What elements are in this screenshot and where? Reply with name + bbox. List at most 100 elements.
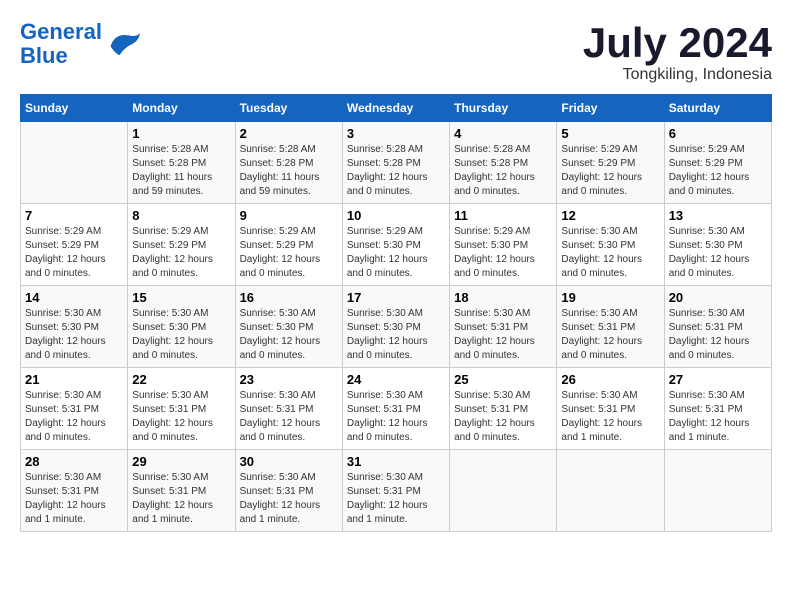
calendar-cell bbox=[664, 450, 771, 532]
day-info: Sunrise: 5:30 AM Sunset: 5:31 PM Dayligh… bbox=[25, 389, 123, 445]
calendar-cell: 11 Sunrise: 5:29 AM Sunset: 5:30 PM Dayli… bbox=[450, 204, 557, 286]
calendar-week-row: 28 Sunrise: 5:30 AM Sunset: 5:31 PM Dayli… bbox=[21, 450, 772, 532]
calendar-cell bbox=[450, 450, 557, 532]
calendar-week-row: 1 Sunrise: 5:28 AM Sunset: 5:28 PM Daylig… bbox=[21, 122, 772, 204]
calendar-cell: 27 Sunrise: 5:30 AM Sunset: 5:31 PM Dayli… bbox=[664, 368, 771, 450]
day-info: Sunrise: 5:30 AM Sunset: 5:31 PM Dayligh… bbox=[240, 471, 338, 527]
day-number: 10 bbox=[347, 208, 445, 223]
calendar-week-row: 14 Sunrise: 5:30 AM Sunset: 5:30 PM Dayli… bbox=[21, 286, 772, 368]
weekday-header-row: SundayMondayTuesdayWednesdayThursdayFrid… bbox=[21, 95, 772, 122]
day-info: Sunrise: 5:29 AM Sunset: 5:29 PM Dayligh… bbox=[132, 225, 230, 281]
calendar-cell: 5 Sunrise: 5:29 AM Sunset: 5:29 PM Daylig… bbox=[557, 122, 664, 204]
day-number: 3 bbox=[347, 126, 445, 141]
day-number: 24 bbox=[347, 372, 445, 387]
calendar-cell: 7 Sunrise: 5:29 AM Sunset: 5:29 PM Daylig… bbox=[21, 204, 128, 286]
calendar-cell: 19 Sunrise: 5:30 AM Sunset: 5:31 PM Dayli… bbox=[557, 286, 664, 368]
day-info: Sunrise: 5:29 AM Sunset: 5:29 PM Dayligh… bbox=[25, 225, 123, 281]
logo: GeneralBlue bbox=[20, 20, 142, 68]
day-number: 11 bbox=[454, 208, 552, 223]
day-number: 28 bbox=[25, 454, 123, 469]
day-number: 30 bbox=[240, 454, 338, 469]
calendar-cell: 15Sunrise: 5:30 AM Sunset: 5:30 PM Dayli… bbox=[128, 286, 235, 368]
calendar-cell: 18 Sunrise: 5:30 AM Sunset: 5:31 PM Dayli… bbox=[450, 286, 557, 368]
day-number: 27 bbox=[669, 372, 767, 387]
day-number: 14 bbox=[25, 290, 123, 305]
day-info: Sunrise: 5:28 AM Sunset: 5:28 PM Dayligh… bbox=[454, 143, 552, 199]
weekday-header-thursday: Thursday bbox=[450, 95, 557, 122]
day-info: Sunrise: 5:29 AM Sunset: 5:29 PM Dayligh… bbox=[240, 225, 338, 281]
calendar-cell: 23 Sunrise: 5:30 AM Sunset: 5:31 PM Dayli… bbox=[235, 368, 342, 450]
calendar-cell: 25 Sunrise: 5:30 AM Sunset: 5:31 PM Dayli… bbox=[450, 368, 557, 450]
day-info: Sunrise: 5:30 AM Sunset: 5:31 PM Dayligh… bbox=[132, 471, 230, 527]
weekday-header-tuesday: Tuesday bbox=[235, 95, 342, 122]
calendar-cell: 6Sunrise: 5:29 AM Sunset: 5:29 PM Daylig… bbox=[664, 122, 771, 204]
day-info: Sunrise: 5:30 AM Sunset: 5:30 PM Dayligh… bbox=[561, 225, 659, 281]
calendar-cell bbox=[21, 122, 128, 204]
calendar-table: SundayMondayTuesdayWednesdayThursdayFrid… bbox=[20, 94, 772, 532]
day-number: 22 bbox=[132, 372, 230, 387]
day-info: Sunrise: 5:30 AM Sunset: 5:31 PM Dayligh… bbox=[669, 389, 767, 445]
day-number: 20 bbox=[669, 290, 767, 305]
title-block: July 2024 Tongkiling, Indonesia bbox=[583, 20, 772, 84]
weekday-header-sunday: Sunday bbox=[21, 95, 128, 122]
day-number: 18 bbox=[454, 290, 552, 305]
day-info: Sunrise: 5:28 AM Sunset: 5:28 PM Dayligh… bbox=[240, 143, 338, 199]
day-number: 19 bbox=[561, 290, 659, 305]
day-number: 7 bbox=[25, 208, 123, 223]
weekday-header-wednesday: Wednesday bbox=[342, 95, 449, 122]
day-info: Sunrise: 5:30 AM Sunset: 5:31 PM Dayligh… bbox=[132, 389, 230, 445]
day-number: 16 bbox=[240, 290, 338, 305]
weekday-header-friday: Friday bbox=[557, 95, 664, 122]
calendar-cell: 4 Sunrise: 5:28 AM Sunset: 5:28 PM Daylig… bbox=[450, 122, 557, 204]
calendar-cell: 3Sunrise: 5:28 AM Sunset: 5:28 PM Daylig… bbox=[342, 122, 449, 204]
day-info: Sunrise: 5:30 AM Sunset: 5:31 PM Dayligh… bbox=[454, 307, 552, 363]
day-number: 4 bbox=[454, 126, 552, 141]
calendar-cell: 22 Sunrise: 5:30 AM Sunset: 5:31 PM Dayli… bbox=[128, 368, 235, 450]
calendar-cell: 1Sunrise: 5:28 AM Sunset: 5:28 PM Daylig… bbox=[128, 122, 235, 204]
weekday-header-saturday: Saturday bbox=[664, 95, 771, 122]
day-info: Sunrise: 5:30 AM Sunset: 5:31 PM Dayligh… bbox=[669, 307, 767, 363]
calendar-cell: 12 Sunrise: 5:30 AM Sunset: 5:30 PM Dayli… bbox=[557, 204, 664, 286]
day-number: 8 bbox=[132, 208, 230, 223]
calendar-cell: 9 Sunrise: 5:29 AM Sunset: 5:29 PM Daylig… bbox=[235, 204, 342, 286]
day-info: Sunrise: 5:30 AM Sunset: 5:31 PM Dayligh… bbox=[561, 307, 659, 363]
day-number: 17 bbox=[347, 290, 445, 305]
day-info: Sunrise: 5:29 AM Sunset: 5:30 PM Dayligh… bbox=[454, 225, 552, 281]
day-number: 2 bbox=[240, 126, 338, 141]
weekday-header-monday: Monday bbox=[128, 95, 235, 122]
day-number: 31 bbox=[347, 454, 445, 469]
logo-bird-icon bbox=[106, 28, 142, 60]
calendar-cell: 24 Sunrise: 5:30 AM Sunset: 5:31 PM Dayli… bbox=[342, 368, 449, 450]
day-info: Sunrise: 5:30 AM Sunset: 5:31 PM Dayligh… bbox=[347, 389, 445, 445]
day-number: 6 bbox=[669, 126, 767, 141]
day-number: 9 bbox=[240, 208, 338, 223]
day-number: 25 bbox=[454, 372, 552, 387]
calendar-cell: 10Sunrise: 5:29 AM Sunset: 5:30 PM Dayli… bbox=[342, 204, 449, 286]
day-info: Sunrise: 5:30 AM Sunset: 5:31 PM Dayligh… bbox=[347, 471, 445, 527]
calendar-cell: 17Sunrise: 5:30 AM Sunset: 5:30 PM Dayli… bbox=[342, 286, 449, 368]
day-number: 12 bbox=[561, 208, 659, 223]
day-number: 5 bbox=[561, 126, 659, 141]
calendar-cell: 14Sunrise: 5:30 AM Sunset: 5:30 PM Dayli… bbox=[21, 286, 128, 368]
day-info: Sunrise: 5:30 AM Sunset: 5:31 PM Dayligh… bbox=[454, 389, 552, 445]
day-info: Sunrise: 5:30 AM Sunset: 5:31 PM Dayligh… bbox=[561, 389, 659, 445]
day-info: Sunrise: 5:30 AM Sunset: 5:30 PM Dayligh… bbox=[240, 307, 338, 363]
calendar-body: 1 Sunrise: 5:28 AM Sunset: 5:28 PM Daylig… bbox=[21, 122, 772, 532]
calendar-cell: 8 Sunrise: 5:29 AM Sunset: 5:29 PM Daylig… bbox=[128, 204, 235, 286]
day-number: 1 bbox=[132, 126, 230, 141]
day-info: Sunrise: 5:30 AM Sunset: 5:31 PM Dayligh… bbox=[240, 389, 338, 445]
calendar-cell: 26 Sunrise: 5:30 AM Sunset: 5:31 PM Dayli… bbox=[557, 368, 664, 450]
calendar-cell: 29 Sunrise: 5:30 AM Sunset: 5:31 PM Dayli… bbox=[128, 450, 235, 532]
month-title: July 2024 bbox=[583, 20, 772, 66]
day-info: Sunrise: 5:30 AM Sunset: 5:30 PM Dayligh… bbox=[669, 225, 767, 281]
calendar-week-row: 7 Sunrise: 5:29 AM Sunset: 5:29 PM Daylig… bbox=[21, 204, 772, 286]
day-number: 13 bbox=[669, 208, 767, 223]
day-info: Sunrise: 5:29 AM Sunset: 5:29 PM Dayligh… bbox=[561, 143, 659, 199]
calendar-week-row: 21Sunrise: 5:30 AM Sunset: 5:31 PM Dayli… bbox=[21, 368, 772, 450]
day-number: 23 bbox=[240, 372, 338, 387]
calendar-cell: 2 Sunrise: 5:28 AM Sunset: 5:28 PM Daylig… bbox=[235, 122, 342, 204]
calendar-cell bbox=[557, 450, 664, 532]
calendar-cell: 31 Sunrise: 5:30 AM Sunset: 5:31 PM Dayli… bbox=[342, 450, 449, 532]
day-number: 26 bbox=[561, 372, 659, 387]
day-number: 29 bbox=[132, 454, 230, 469]
